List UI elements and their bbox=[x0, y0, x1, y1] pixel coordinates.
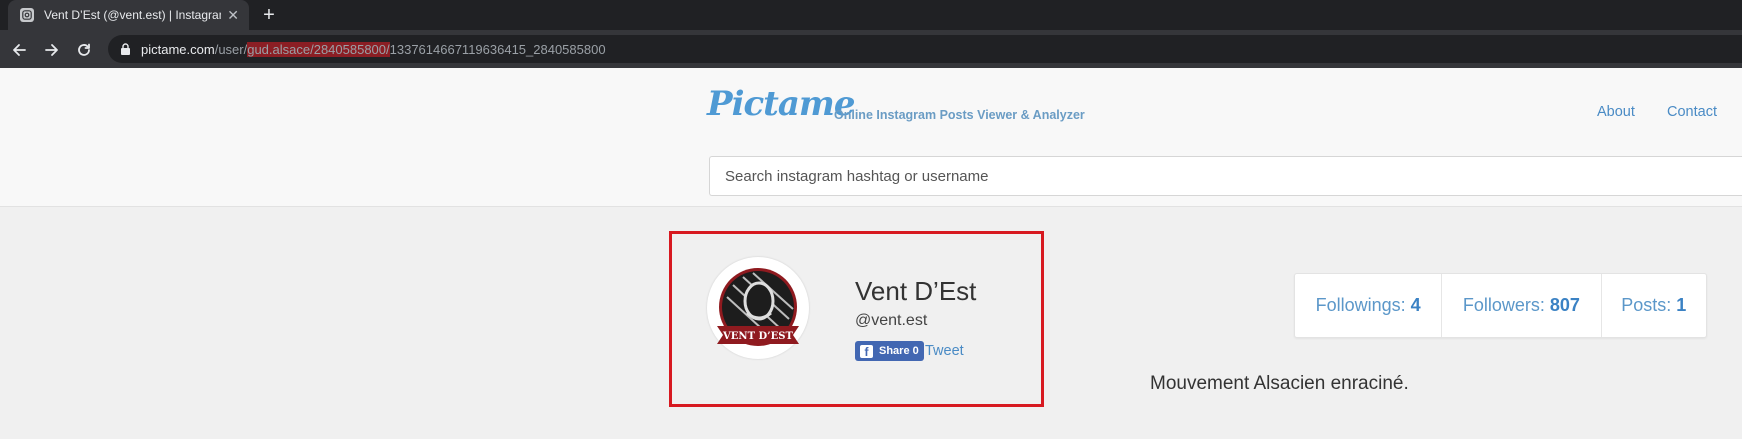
reload-icon[interactable] bbox=[72, 38, 96, 62]
followers-label: Followers: bbox=[1462, 295, 1545, 315]
followings-stat[interactable]: Followings: 4 bbox=[1295, 274, 1443, 337]
lock-icon bbox=[121, 43, 130, 55]
instagram-favicon-icon bbox=[20, 8, 34, 22]
followings-count: 4 bbox=[1410, 295, 1421, 315]
nav-about-link[interactable]: About bbox=[1597, 104, 1635, 120]
followers-stat[interactable]: Followers: 807 bbox=[1442, 274, 1602, 337]
nav-contact-link[interactable]: Contact bbox=[1667, 104, 1717, 120]
forward-arrow-icon[interactable] bbox=[40, 38, 64, 62]
pictame-logo[interactable]: Pictame bbox=[707, 84, 856, 124]
site-header: Pictame Online Instagram Posts Viewer & … bbox=[0, 68, 1742, 207]
posts-label: Posts: bbox=[1621, 295, 1672, 315]
profile-stats: Followings: 4 Followers: 807 Posts: 1 bbox=[1294, 273, 1707, 338]
profile-name: Vent D’Est bbox=[855, 276, 977, 306]
url-domain: pictame.com bbox=[141, 41, 215, 57]
browser-tab-strip: Vent D’Est (@vent.est) | Instagram ✕ + bbox=[0, 0, 1742, 30]
url-path-suffix: 1337614667119636415_2840585800 bbox=[389, 41, 606, 57]
facebook-icon: f bbox=[860, 344, 873, 358]
new-tab-plus-icon[interactable]: + bbox=[258, 4, 280, 26]
search-input[interactable] bbox=[709, 156, 1742, 196]
close-icon[interactable]: ✕ bbox=[227, 7, 239, 24]
posts-count: 1 bbox=[1676, 295, 1687, 315]
address-bar[interactable]: pictame.com /user/ gud.alsace/2840585800… bbox=[108, 35, 1742, 63]
profile-handle: @vent.est bbox=[855, 312, 928, 329]
facebook-share-button[interactable]: f Share 0 bbox=[855, 341, 924, 361]
followings-label: Followings: bbox=[1315, 295, 1406, 315]
tab-title: Vent D’Est (@vent.est) | Instagram bbox=[44, 8, 222, 22]
avatar-banner-text: VENT D’EST bbox=[722, 331, 793, 342]
site-tagline: Online Instagram Posts Viewer & Analyzer bbox=[834, 108, 1085, 122]
tweet-link[interactable]: Tweet bbox=[925, 343, 964, 359]
browser-toolbar: pictame.com /user/ gud.alsace/2840585800… bbox=[0, 30, 1742, 68]
back-arrow-icon[interactable] bbox=[7, 38, 31, 62]
browser-tab[interactable]: Vent D’Est (@vent.est) | Instagram ✕ bbox=[8, 0, 249, 30]
share-label: Share 0 bbox=[879, 345, 919, 357]
posts-stat[interactable]: Posts: 1 bbox=[1602, 274, 1706, 337]
url-highlighted-segment: gud.alsace/2840585800/ bbox=[247, 41, 390, 57]
avatar[interactable]: VENT D’EST bbox=[707, 257, 809, 359]
profile-bio: Mouvement Alsacien enraciné. bbox=[1150, 373, 1409, 394]
url-text: pictame.com /user/ gud.alsace/2840585800… bbox=[141, 41, 606, 57]
url-path-prefix: /user/ bbox=[214, 41, 248, 57]
followers-count: 807 bbox=[1549, 295, 1580, 315]
